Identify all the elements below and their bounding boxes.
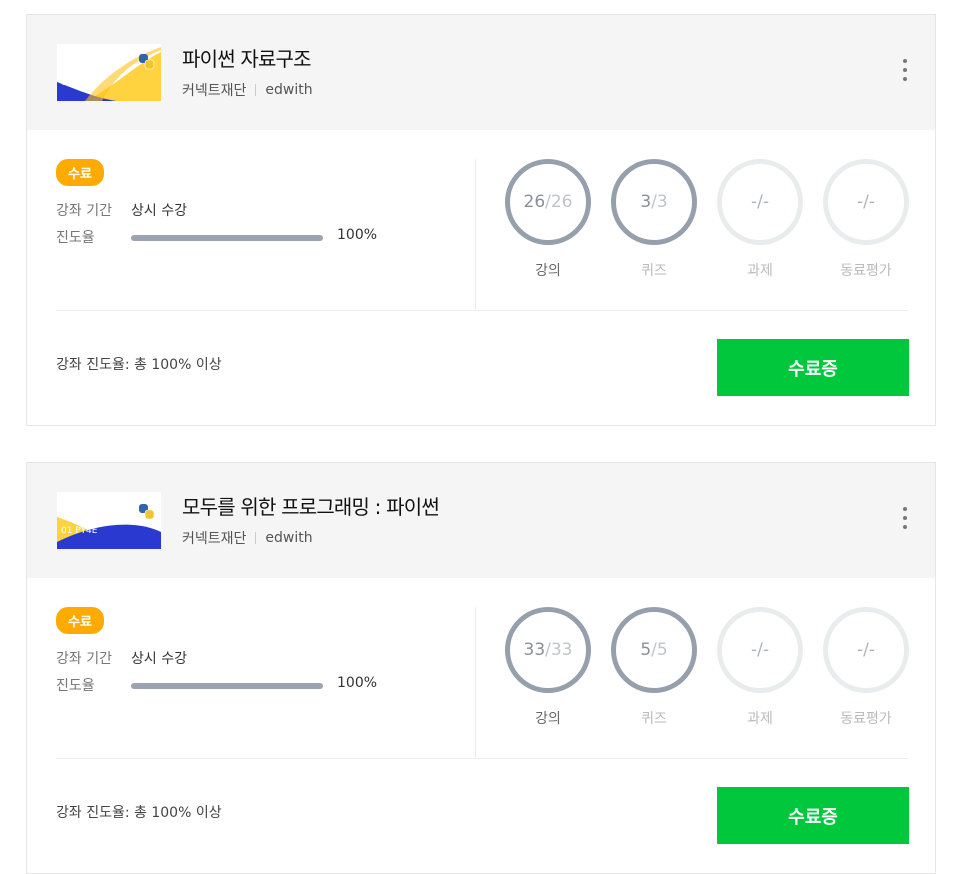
vertical-divider	[475, 159, 476, 311]
course-meta: 커넥트재단 edwith	[182, 528, 313, 548]
course-thumbnail[interactable]: 02 PY4E	[57, 44, 161, 101]
course-title[interactable]: 파이썬 자료구조	[182, 43, 312, 72]
period-label: 강좌 기간	[56, 651, 112, 667]
platform-name: edwith	[265, 530, 313, 546]
stat-lecture[interactable]: 33/33 강의	[505, 607, 591, 728]
period-value: 상시 수강	[131, 651, 187, 667]
stat-quiz[interactable]: 3/3 퀴즈	[611, 159, 697, 280]
stat-quiz[interactable]: 5/5 퀴즈	[611, 607, 697, 728]
course-meta: 커넥트재단 edwith	[182, 80, 313, 100]
period-value: 상시 수강	[131, 203, 187, 219]
platform-name: edwith	[265, 82, 313, 98]
course-info: 수료 강좌 기간 상시 수강 진도율 100%	[56, 607, 476, 702]
course-card: 01 PY4E 모두를 위한 프로그래밍 : 파이썬 커넥트재단 edwith …	[26, 462, 936, 874]
vertical-divider	[475, 607, 476, 759]
thumb-caption: 01 PY4E	[61, 526, 98, 536]
course-card: 02 PY4E 파이썬 자료구조 커넥트재단 edwith 수료 강좌 기간 상…	[26, 14, 936, 426]
course-body: 수료 강좌 기간 상시 수강 진도율 100% 26/26 강의 3/3 퀴즈 …	[27, 130, 935, 311]
stat-ring: -/-	[717, 159, 803, 245]
provider-name: 커넥트재단	[182, 83, 247, 99]
period-row: 강좌 기간 상시 수강	[56, 200, 476, 227]
more-vertical-icon[interactable]	[901, 507, 909, 535]
course-footer: 강좌 진도율: 총 100% 이상 수료증	[27, 758, 935, 873]
more-vertical-icon[interactable]	[901, 59, 909, 87]
course-info: 수료 강좌 기간 상시 수강 진도율 100%	[56, 159, 476, 254]
progress-label: 진도율	[56, 230, 95, 246]
course-title[interactable]: 모두를 위한 프로그래밍 : 파이썬	[182, 491, 440, 520]
stat-label: 퀴즈	[641, 711, 667, 727]
status-badge: 수료	[56, 607, 104, 634]
stat-label: 퀴즈	[641, 263, 667, 279]
stat-label: 과제	[747, 263, 773, 279]
progress-value: 100%	[337, 675, 378, 691]
stat-label: 강의	[535, 711, 561, 727]
course-thumbnail[interactable]: 01 PY4E	[57, 492, 161, 549]
provider-name: 커넥트재단	[182, 531, 247, 547]
period-row: 강좌 기간 상시 수강	[56, 648, 476, 675]
course-header: 01 PY4E 모두를 위한 프로그래밍 : 파이썬 커넥트재단 edwith	[27, 463, 935, 578]
progress-fill	[131, 683, 323, 689]
stat-label: 과제	[747, 711, 773, 727]
progress-row: 진도율 100%	[56, 227, 476, 254]
stat-lecture[interactable]: 26/26 강의	[505, 159, 591, 280]
stat-peer-review[interactable]: -/- 동료평가	[823, 159, 909, 280]
period-label: 강좌 기간	[56, 203, 112, 219]
stat-peer-review[interactable]: -/- 동료평가	[823, 607, 909, 728]
python-logo-icon	[139, 504, 155, 520]
course-body: 수료 강좌 기간 상시 수강 진도율 100% 33/33 강의 5/5 퀴즈 …	[27, 578, 935, 759]
status-badge: 수료	[56, 159, 104, 186]
certificate-button[interactable]: 수료증	[717, 787, 909, 844]
stat-ring: 26/26	[505, 159, 591, 245]
certificate-button[interactable]: 수료증	[717, 339, 909, 396]
stat-ring: -/-	[823, 607, 909, 693]
progress-row: 진도율 100%	[56, 675, 476, 702]
course-footer: 강좌 진도율: 총 100% 이상 수료증	[27, 310, 935, 425]
stat-ring: 5/5	[611, 607, 697, 693]
stat-assignment[interactable]: -/- 과제	[717, 159, 803, 280]
completion-requirement: 강좌 진도율: 총 100% 이상	[56, 357, 222, 373]
stat-ring: 3/3	[611, 159, 697, 245]
stat-label: 강의	[535, 263, 561, 279]
stat-ring: -/-	[823, 159, 909, 245]
thumb-caption: 02 PY4E	[61, 78, 98, 88]
progress-label: 진도율	[56, 678, 95, 694]
stat-label: 동료평가	[840, 711, 892, 727]
progress-bar	[131, 235, 323, 241]
progress-value: 100%	[337, 227, 378, 243]
course-header: 02 PY4E 파이썬 자료구조 커넥트재단 edwith	[27, 15, 935, 130]
stat-ring: -/-	[717, 607, 803, 693]
meta-divider	[255, 532, 257, 544]
completion-requirement: 강좌 진도율: 총 100% 이상	[56, 805, 222, 821]
progress-fill	[131, 235, 323, 241]
stat-assignment[interactable]: -/- 과제	[717, 607, 803, 728]
stat-label: 동료평가	[840, 263, 892, 279]
progress-bar	[131, 683, 323, 689]
stat-ring: 33/33	[505, 607, 591, 693]
meta-divider	[255, 84, 257, 96]
